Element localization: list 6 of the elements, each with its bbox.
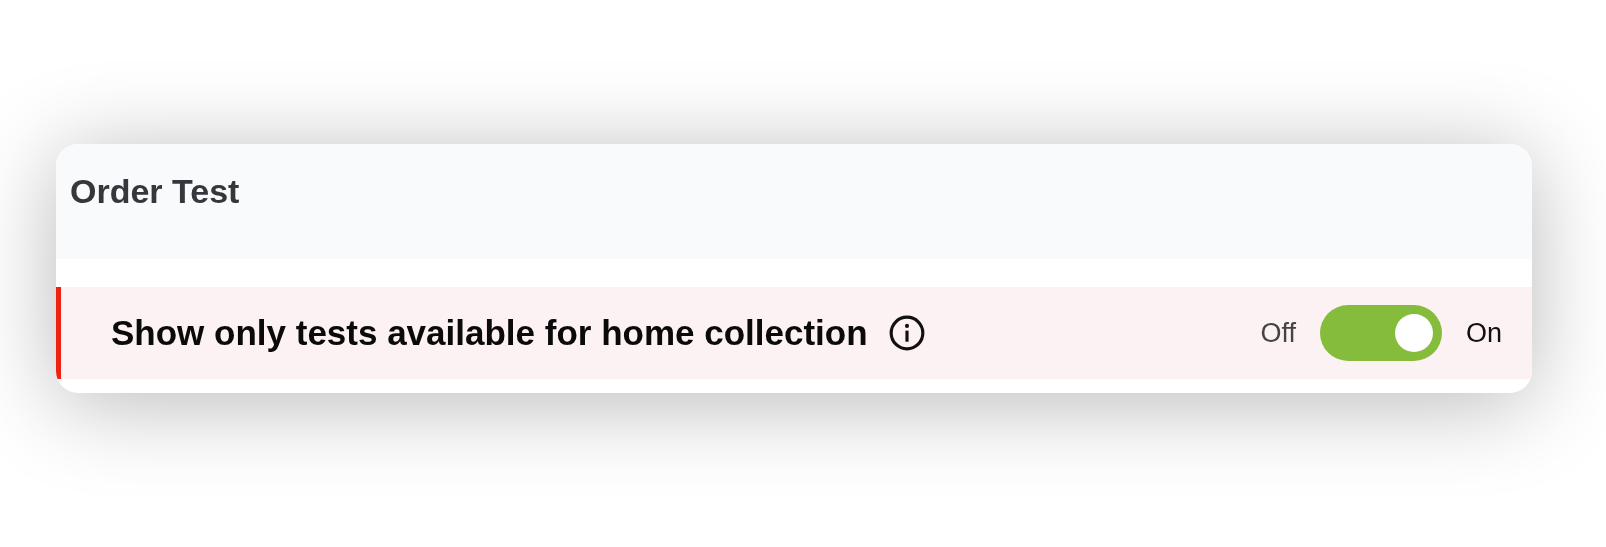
on-label: On: [1465, 317, 1502, 349]
info-icon[interactable]: [887, 314, 926, 352]
off-label: Off: [1260, 317, 1296, 349]
filter-label: Show only tests available for home collection: [111, 313, 868, 353]
card-title: Order Test: [70, 172, 240, 210]
toggle-switch[interactable]: [1319, 305, 1442, 361]
